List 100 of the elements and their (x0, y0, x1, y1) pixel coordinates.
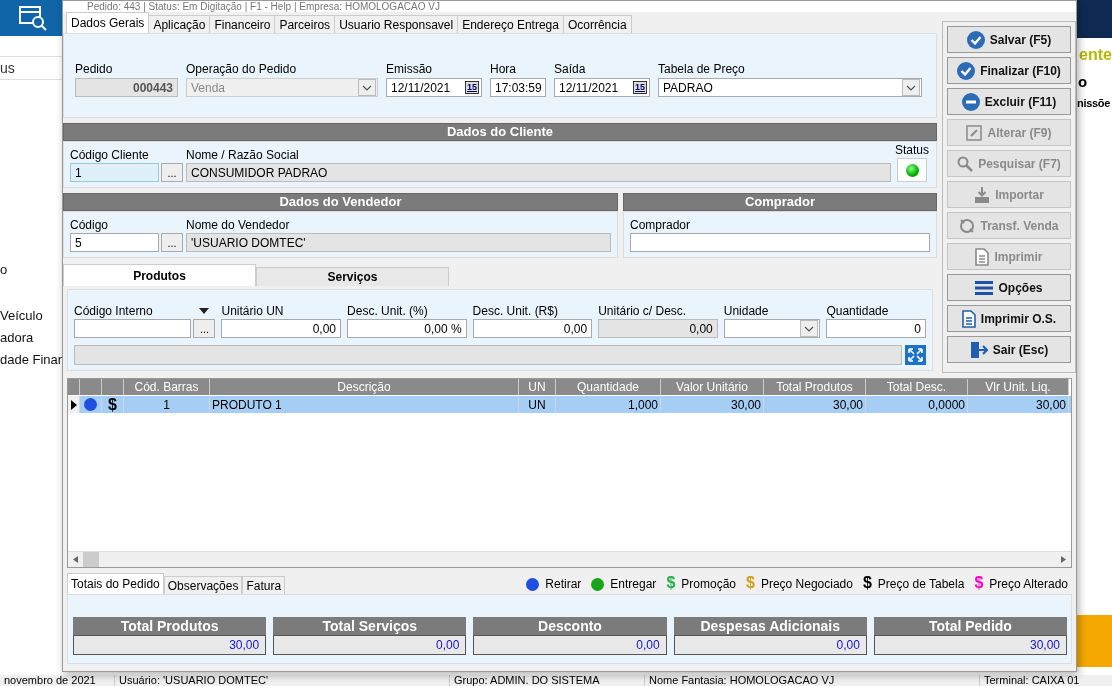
time-field[interactable]: 17:03:59 (490, 78, 546, 97)
field-label: Emissão (386, 62, 433, 76)
dollar-icon: $ (746, 575, 755, 591)
caret-icon (362, 84, 372, 91)
input-field[interactable]: 1 (70, 163, 159, 182)
edit-icon (966, 124, 983, 141)
input-field[interactable]: 0,00 (221, 319, 342, 338)
legend-label: Promoção (681, 577, 736, 591)
menu-item[interactable]: Veículo (0, 308, 43, 323)
field-label: Quantidade (826, 304, 889, 318)
tab[interactable]: Fatura (242, 576, 286, 594)
status-text: Nome Fantasia: HOMOLOGACAO VJ (644, 675, 979, 686)
table-cell: 1,000 (556, 396, 661, 413)
field-label: Saída (554, 62, 587, 76)
document-icon (961, 309, 976, 328)
action-button[interactable]: Sair (Esc) (947, 336, 1071, 363)
status-text: Terminal: CAIXA 01 (979, 675, 1080, 686)
dollar-icon: $ (862, 575, 872, 591)
dollar-icon: $ (974, 575, 984, 591)
date-field[interactable]: 12/11/2021 15 (386, 78, 482, 97)
tab[interactable]: Dados Gerais (66, 12, 150, 33)
input-field[interactable] (630, 233, 930, 252)
menu-item[interactable]: o (0, 262, 8, 277)
scroll-right-icon[interactable] (1061, 556, 1066, 563)
input-field[interactable]: 5 (70, 233, 159, 252)
total-header: Total Serviços (273, 617, 467, 635)
action-button[interactable]: Salvar (F5) (947, 26, 1071, 53)
input-field: 0,00 (598, 319, 718, 338)
tab[interactable]: Aplicação (148, 15, 211, 33)
action-button[interactable]: Opções (947, 274, 1071, 301)
menu-item[interactable]: dade Finar (0, 352, 63, 367)
total-header: Total Pedido (873, 617, 1067, 635)
action-button[interactable]: Excluir (F11) (947, 88, 1071, 115)
legend-label: Entregar (610, 577, 657, 591)
total-header: Total Produtos (73, 617, 267, 635)
field-label: Unidade (723, 304, 769, 318)
scroll-thumb[interactable] (83, 552, 99, 567)
check-icon (957, 61, 976, 80)
field-label: Unitário c/ Desc. (598, 304, 687, 318)
dropdown[interactable]: PADRAO (658, 78, 922, 97)
check-icon (966, 30, 985, 49)
input-field: CONSUMIDOR PADRAO (186, 163, 891, 182)
field-label: Código Interno (74, 304, 153, 318)
table-cell: 30,00 (661, 396, 764, 413)
scroll-left-icon[interactable] (73, 556, 78, 563)
tab[interactable]: Totais do Pedido (67, 573, 164, 594)
table-cell: UN (519, 396, 556, 413)
input-field[interactable]: 0,00 % (347, 319, 467, 338)
menu-item[interactable]: adora (0, 330, 34, 345)
tab[interactable]: Ocorrência (562, 15, 632, 33)
banner-block (1077, 615, 1112, 667)
caret-icon[interactable] (199, 308, 210, 314)
total-value: 30,00 (73, 635, 267, 655)
tab[interactable]: Observações (163, 576, 243, 594)
lookup-button[interactable]: ... (193, 319, 216, 338)
caret-icon (804, 325, 815, 332)
dollar-icon: $ (108, 396, 117, 413)
document-icon (975, 247, 990, 266)
calendar-icon[interactable]: 15 (465, 81, 479, 94)
tab[interactable]: Usuario Responsavel (334, 15, 459, 33)
total-value: 0,00 (673, 635, 867, 655)
field-label: Código Cliente (70, 148, 150, 162)
row-pointer-icon (70, 399, 77, 410)
section-header: Dados do Cliente (63, 123, 937, 141)
table-cell: 0,0000 (866, 396, 968, 413)
lookup-button[interactable]: ... (161, 163, 183, 182)
input-field[interactable]: 0 (826, 319, 926, 338)
status-text: Usuário: 'USUARIO DOMTEC' (114, 675, 449, 686)
dollar-icon: $ (666, 575, 676, 591)
action-button[interactable]: Imprimir O.S. (947, 305, 1071, 332)
total-value: 0,00 (473, 635, 667, 655)
exit-icon (969, 340, 988, 359)
calendar-icon[interactable]: 15 (633, 81, 647, 94)
field-label: Comprador (630, 218, 692, 232)
field-label: Operação do Pedido (186, 62, 298, 76)
input-field[interactable]: 0,00 (472, 319, 593, 338)
search-icon[interactable] (18, 5, 48, 31)
minus-icon (961, 92, 980, 111)
window-title: Pedido: 443 | Status: Em Digitação | F1 - Help | Empresa: HOMOLOGACAO VJ (87, 1, 440, 12)
tab[interactable]: Endereço Entrega (457, 15, 564, 33)
tab[interactable]: Serviços (256, 267, 449, 286)
status-text: Grupo: ADMIN. DO SISTEMA (449, 675, 644, 686)
tab[interactable]: Produtos (63, 264, 256, 286)
action-button[interactable]: Finalizar (F10) (947, 57, 1071, 84)
caret-icon (906, 84, 916, 91)
input-field[interactable] (74, 319, 192, 338)
import-icon (974, 186, 991, 203)
heading-text: ente (1079, 46, 1112, 64)
field-label: Nome do Vendedor (186, 218, 291, 232)
legend-label: Retirar (545, 577, 582, 591)
body-text: o (1078, 73, 1088, 90)
total-header: Despesas Adicionais (673, 617, 867, 635)
header-banner (1077, 0, 1112, 38)
input-field: 'USUARIO DOMTEC' (186, 233, 611, 252)
total-value: 30,00 (873, 635, 1067, 655)
expand-icon[interactable] (905, 345, 926, 365)
table-row[interactable]: $ 1 PRODUTO 1 UN 1,000 30,00 30,00 0,0000 30,00 (68, 396, 1071, 413)
total-header: Desconto (473, 617, 667, 635)
date-field[interactable]: 12/11/2021 15 (554, 78, 650, 97)
lookup-button[interactable]: ... (161, 233, 183, 252)
